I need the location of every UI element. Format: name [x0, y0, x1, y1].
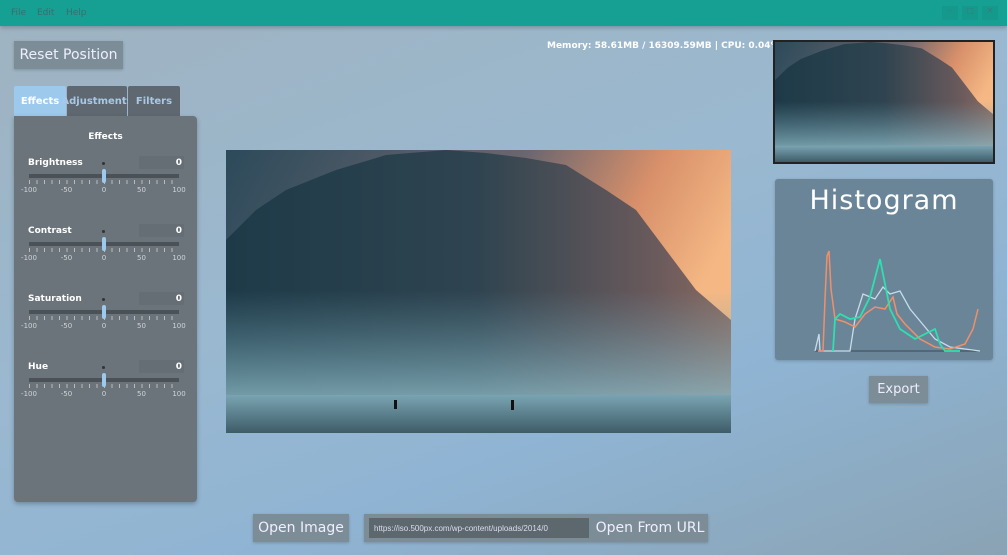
slider-center-dot	[102, 162, 105, 165]
histogram-panel: Histogram	[775, 179, 993, 360]
histogram-blue	[814, 285, 981, 352]
tick-label: 0	[101, 390, 107, 398]
tick-label: 100	[172, 186, 186, 194]
tab-adjustments[interactable]: Adjustments	[61, 86, 133, 116]
tick-label: -50	[60, 186, 73, 194]
slider-thumb[interactable]	[102, 373, 106, 387]
slider-thumb[interactable]	[102, 169, 106, 183]
tick-label: -50	[60, 390, 73, 398]
close-button[interactable]: ✕	[982, 6, 998, 20]
url-input[interactable]	[369, 518, 589, 538]
menu-file[interactable]: File	[11, 8, 26, 18]
slider-label: Hue	[28, 362, 49, 372]
slider-label: Brightness	[28, 158, 83, 168]
slider-thumb[interactable]	[102, 237, 106, 251]
minimize-button[interactable]: –	[942, 6, 958, 20]
open-from-url-button[interactable]: Open From URL	[592, 514, 708, 542]
slider-thumb[interactable]	[102, 305, 106, 319]
thumbnail-preview	[773, 40, 995, 164]
tick-label: 0	[101, 322, 107, 330]
maximize-button[interactable]: ▢	[962, 6, 978, 20]
menu-edit[interactable]: Edit	[37, 8, 54, 18]
tick-label: 100	[172, 322, 186, 330]
tick-label: 100	[172, 390, 186, 398]
tick-label: -100	[21, 390, 37, 398]
slider-value: 0	[175, 294, 182, 304]
tick-label: -50	[60, 254, 73, 262]
tick-label: 100	[172, 254, 186, 262]
tick-label: -100	[21, 322, 37, 330]
tick-label: 50	[137, 322, 146, 330]
slider-center-dot	[102, 298, 105, 301]
tick-label: 0	[101, 186, 107, 194]
panel-title: Effects	[88, 132, 123, 142]
main-image[interactable]	[226, 150, 731, 433]
tab-effects[interactable]: Effects	[14, 86, 66, 116]
slider-center-dot	[102, 230, 105, 233]
slider-saturation[interactable]: Saturation 0 -100 -50 0 50 100	[14, 292, 197, 354]
tick-label: 50	[137, 254, 146, 262]
menu-help[interactable]: Help	[66, 8, 87, 18]
slider-hue[interactable]: Hue 0 -100 -50 0 50 100	[14, 360, 197, 422]
tick-label: -100	[21, 186, 37, 194]
title-bar: File Edit Help – ▢ ✕	[0, 0, 1007, 26]
slider-label: Saturation	[28, 294, 82, 304]
status-text: Memory: 58.61MB / 16309.59MB | CPU: 0.04…	[547, 41, 780, 51]
tick-label: 50	[137, 390, 146, 398]
url-group: Open From URL	[364, 514, 708, 542]
effects-panel: Effects Brightness 0 -100 -50 0 50 100 Contra…	[14, 116, 197, 502]
histogram-chart	[814, 250, 981, 352]
tab-filters[interactable]: Filters	[128, 86, 180, 116]
slider-center-dot	[102, 366, 105, 369]
slider-brightness[interactable]: Brightness 0 -100 -50 0 50 100	[14, 156, 197, 218]
tick-label: -100	[21, 254, 37, 262]
slider-value: 0	[175, 226, 182, 236]
slider-value: 0	[175, 158, 182, 168]
reset-position-button[interactable]: Reset Position	[14, 41, 123, 69]
open-image-button[interactable]: Open Image	[253, 514, 349, 542]
histogram-red	[818, 250, 979, 352]
tick-label: 0	[101, 254, 107, 262]
tick-label: 50	[137, 186, 146, 194]
slider-contrast[interactable]: Contrast 0 -100 -50 0 50 100	[14, 224, 197, 286]
tick-label: -50	[60, 322, 73, 330]
slider-label: Contrast	[28, 226, 72, 236]
slider-value: 0	[175, 362, 182, 372]
export-button[interactable]: Export	[869, 376, 928, 403]
